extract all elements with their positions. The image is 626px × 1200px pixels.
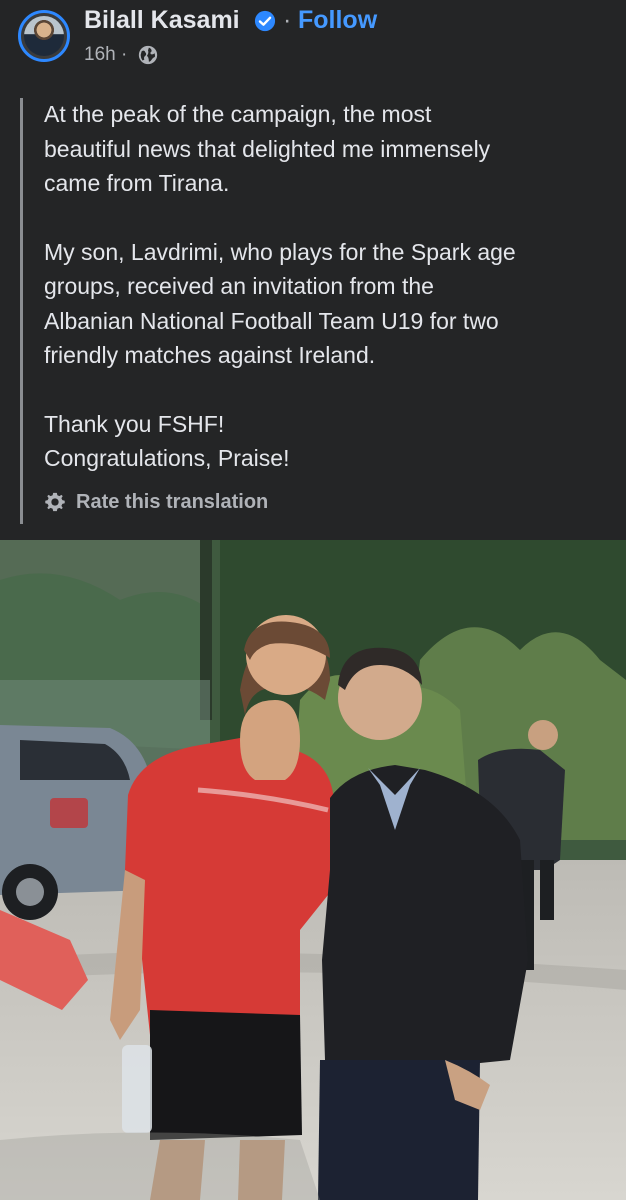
post-body: At the peak of the campaign, the most be… (44, 97, 609, 476)
post-text-line: came from Tirana. (44, 170, 230, 196)
post-text-line: Albanian National Football Team U19 for … (44, 307, 499, 334)
header-separator: · (283, 6, 292, 34)
rate-translation-label: Rate this translation (76, 490, 269, 513)
post-text-line: beautiful news that delighted me immense… (44, 135, 491, 162)
post-header: Bilall Kasami · Follow 16h · (0, 0, 626, 80)
verified-badge-icon (254, 10, 276, 32)
avatar-image (24, 16, 64, 56)
post-paragraph: At the peak of the campaign, the most be… (44, 97, 609, 201)
post-text-line: groups, received an invitation from the (44, 273, 434, 299)
author-name[interactable]: Bilall Kasami (84, 4, 240, 36)
post-text-line: friendly matches against Ireland. (44, 342, 376, 368)
facebook-post: Bilall Kasami · Follow 16h · At the peak… (0, 0, 626, 1200)
post-paragraph: Thank you FSHF! Congratulations, Praise! (44, 407, 609, 476)
rate-translation-button[interactable]: Rate this translation (44, 488, 268, 516)
photo-illustration (0, 540, 626, 1200)
post-text-line: Congratulations, Praise! (44, 445, 290, 471)
post-text-line: At the peak of the campaign, the most (44, 101, 432, 127)
post-paragraph: My son, Lavdrimi, who plays for the Spar… (44, 235, 609, 373)
globe-icon[interactable] (137, 44, 159, 66)
post-text-line: My son, Lavdrimi, who plays for the Spar… (44, 238, 516, 265)
follow-button[interactable]: Follow (298, 4, 377, 36)
post-photo[interactable] (0, 540, 626, 1200)
gear-icon (45, 492, 65, 512)
translation-quote-bar (20, 98, 23, 524)
author-avatar[interactable] (18, 10, 70, 62)
post-text-line: Thank you FSHF! (44, 410, 225, 437)
post-timestamp[interactable]: 16h · (84, 42, 127, 68)
